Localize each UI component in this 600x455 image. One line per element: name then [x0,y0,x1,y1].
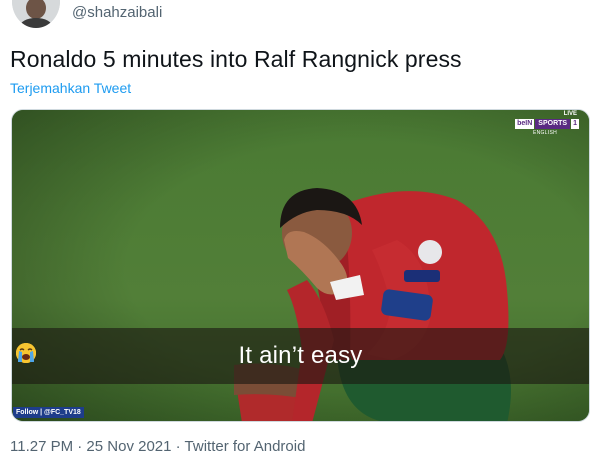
tweet-media-image[interactable]: LIVE beIN SPORTS 1 ENGLISH It ain’t easy… [11,109,590,422]
broadcast-language: ENGLISH [532,130,557,136]
caption-text: It ain’t easy [238,342,363,369]
broadcaster-logo: LIVE beIN SPORTS 1 ENGLISH [501,111,581,136]
tweet-text: Ronaldo 5 minutes into Ralf Rangnick pre… [10,46,462,72]
avatar-image [12,0,60,28]
video-caption: It ain’t easy [12,342,589,370]
loudly-crying-face-icon [16,343,36,363]
translate-tweet-link[interactable]: Terjemahkan Tweet [10,80,131,96]
avatar[interactable] [12,0,60,28]
live-indicator: LIVE [563,111,577,117]
user-handle[interactable]: @shahzaibali [72,4,162,21]
tweet-timestamp-source[interactable]: 11.27 PM · 25 Nov 2021 · Twitter for And… [10,438,305,455]
channel-watermark: Follow | @FC_TV18 [13,407,84,418]
bein-sports-logo: beIN SPORTS 1 [515,119,579,129]
